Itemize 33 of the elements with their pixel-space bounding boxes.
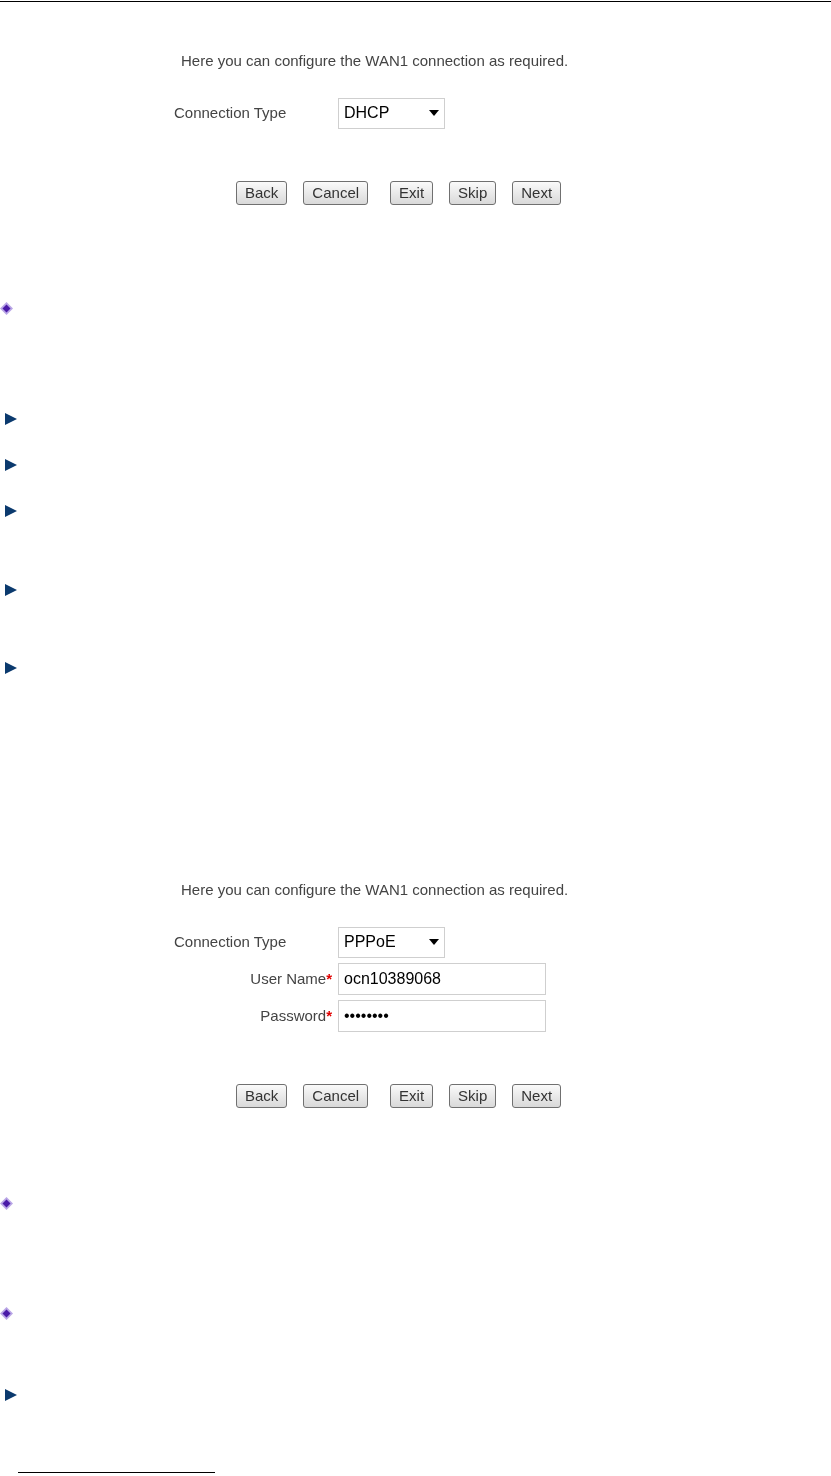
wizard-button[interactable]: Back (236, 1084, 288, 1108)
diamond-bullet-icon (0, 1307, 13, 1320)
field-label: Password (260, 1005, 327, 1026)
password-field[interactable]: •••••••• (338, 1000, 546, 1032)
connection-type-select[interactable]: DHCP (338, 97, 445, 129)
arrow-bullet-icon (5, 662, 17, 674)
wizard-button[interactable]: Skip (449, 181, 497, 205)
arrow-bullet-icon (5, 1389, 17, 1401)
field-label: Connection Type (174, 102, 287, 123)
intro-text: Here you can configure the WAN1 connection as required. (181, 52, 570, 69)
diamond-bullet-icon (0, 302, 13, 315)
field-label: Connection Type (174, 931, 287, 952)
connection-type-select[interactable]: PPPoE (338, 926, 445, 958)
wizard-button[interactable]: Back (236, 181, 288, 205)
intro-text: Here you can configure the WAN1 connection as required. (181, 881, 570, 898)
arrow-bullet-icon (5, 459, 17, 471)
caret-icon (429, 939, 439, 945)
required-mark: * (326, 968, 332, 989)
arrow-bullet-icon (5, 413, 17, 425)
user-name-field[interactable]: ocn10389068 (338, 963, 546, 995)
wizard-button[interactable]: Cancel (303, 1084, 369, 1108)
diamond-bullet-icon (0, 1197, 13, 1210)
arrow-bullet-icon (5, 505, 17, 517)
wizard-button[interactable]: Exit (390, 1084, 434, 1108)
required-mark: * (326, 1005, 332, 1026)
wizard-button[interactable]: Skip (449, 1084, 497, 1108)
wizard-button[interactable]: Next (512, 181, 562, 205)
caret-icon (429, 110, 439, 116)
wizard-button[interactable]: Cancel (303, 181, 369, 205)
wizard-button[interactable]: Next (512, 1084, 562, 1108)
wizard-button[interactable]: Exit (390, 181, 434, 205)
field-label: User Name (250, 968, 327, 989)
arrow-bullet-icon (5, 584, 17, 596)
